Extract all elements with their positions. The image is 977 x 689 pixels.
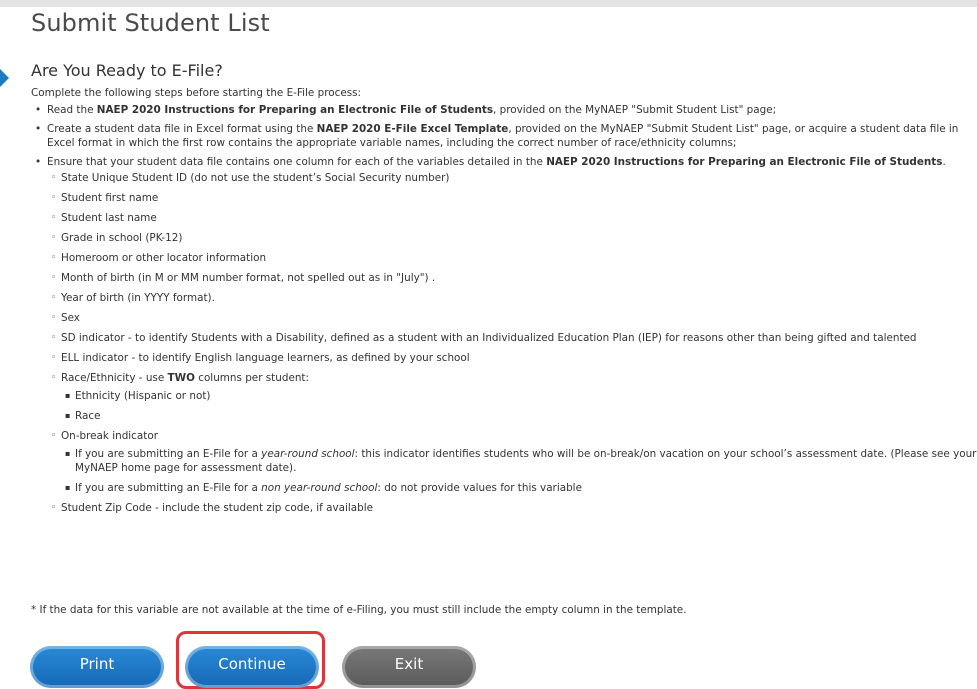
variable-text: columns per student: [194, 372, 309, 384]
variables-list: State Unique Student ID (do not use the … [47, 171, 977, 515]
emphasis-text: TWO [167, 372, 195, 384]
continue-button[interactable]: Continue [185, 646, 319, 688]
print-button[interactable]: Print [30, 646, 164, 688]
step-text: . [942, 156, 946, 168]
step-text: Create a student data file in Excel form… [47, 123, 317, 135]
sub-variable-item: Race [61, 409, 977, 423]
section-heading: Are You Ready to E-File? [31, 61, 223, 80]
sub-variable-item: If you are submitting an E-File for a no… [61, 481, 977, 495]
variable-item: Month of birth (in M or MM number format… [47, 271, 977, 285]
intro-text: Complete the following steps before star… [31, 87, 362, 99]
variable-item: ELL indicator - to identify English lang… [47, 351, 977, 365]
instructions-content: Read the NAEP 2020 Instructions for Prep… [31, 103, 977, 521]
variable-text: On-break indicator [61, 430, 158, 442]
step-item: Read the NAEP 2020 Instructions for Prep… [31, 103, 977, 117]
sub-variable-text: : do not provide values for this variabl… [377, 482, 582, 494]
exit-button[interactable]: Exit [342, 646, 476, 688]
variable-item: On-break indicator If you are submitting… [47, 429, 977, 495]
step-text: , provided on the MyNAEP "Submit Student… [493, 104, 777, 116]
variable-item: Grade in school (PK-12) [47, 231, 977, 245]
top-border [0, 0, 977, 7]
variable-item: State Unique Student ID (do not use the … [47, 171, 977, 185]
step-item: Ensure that your student data file conta… [31, 155, 977, 515]
step-text: Read the [47, 104, 97, 116]
variable-item: Student last name [47, 211, 977, 225]
footnote: * If the data for this variable are not … [31, 604, 687, 616]
emphasis-text: year-round school [261, 448, 355, 460]
template-name: NAEP 2020 E-File Excel Template [316, 123, 509, 135]
variable-item: Year of birth (in YYYY format). [47, 291, 977, 305]
step-text: Ensure that your student data file conta… [47, 156, 547, 168]
sub-variable-text: If you are submitting an E-File for a [75, 448, 262, 460]
document-name: NAEP 2020 Instructions for Preparing an … [546, 156, 943, 168]
sub-variable-text: If you are submitting an E-File for a [75, 482, 262, 494]
race-ethnicity-sublist: Ethnicity (Hispanic or not) Race [61, 389, 977, 423]
variable-item: Race/Ethnicity - use TWO columns per stu… [47, 371, 977, 423]
variable-item: Student first name [47, 191, 977, 205]
variable-item: Student Zip Code - include the student z… [47, 501, 977, 515]
onbreak-sublist: If you are submitting an E-File for a ye… [61, 447, 977, 495]
step-item: Create a student data file in Excel form… [31, 122, 977, 150]
sub-variable-item: If you are submitting an E-File for a ye… [61, 447, 977, 475]
variable-item: SD indicator - to identify Students with… [47, 331, 977, 345]
page-title: Submit Student List [31, 9, 270, 37]
document-name: NAEP 2020 Instructions for Preparing an … [96, 104, 494, 116]
variable-item: Sex [47, 311, 977, 325]
steps-list: Read the NAEP 2020 Instructions for Prep… [31, 103, 977, 515]
variable-text: Race/Ethnicity - use [61, 372, 168, 384]
side-arrow-icon [0, 69, 9, 87]
variable-item: Homeroom or other locator information [47, 251, 977, 265]
sub-variable-item: Ethnicity (Hispanic or not) [61, 389, 977, 403]
emphasis-text: non year-round school [261, 482, 378, 494]
